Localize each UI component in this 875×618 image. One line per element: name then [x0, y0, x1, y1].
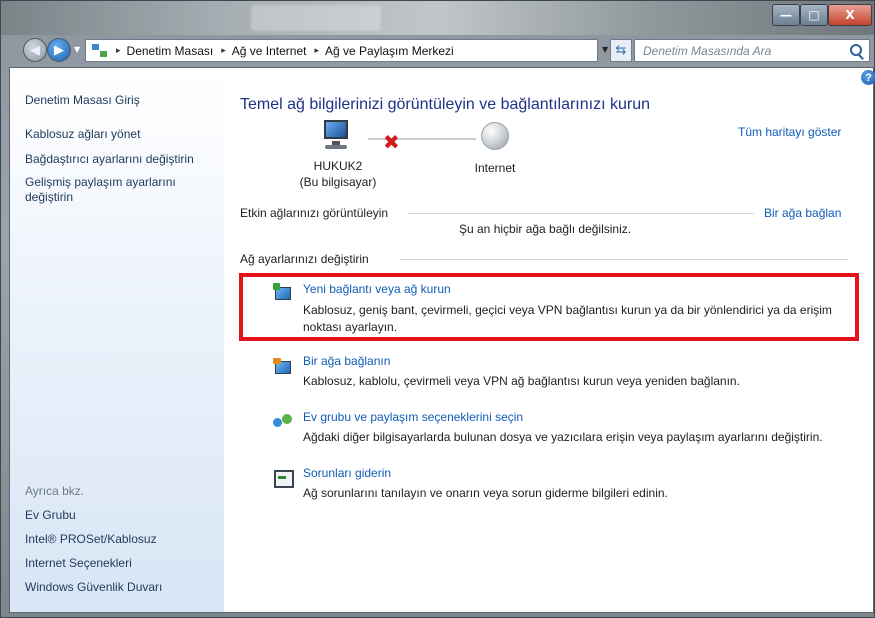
search-box[interactable]: Denetim Masasında Ara	[634, 39, 870, 62]
maximize-button[interactable]: □	[800, 4, 828, 26]
active-networks-label: Etkin ağlarınızı görüntüleyin	[240, 206, 389, 220]
breadcrumb-separator[interactable]: ▸	[116, 46, 121, 56]
section-divider	[408, 213, 754, 214]
internet-globe-icon[interactable]	[481, 122, 509, 150]
sidebar-item-adapter-settings[interactable]: Bağdaştırıcı ayarlarını değiştirin	[25, 152, 215, 167]
window: — □ X ◀ ▶ ▼ ▸ Denetim Masası ▸ Ağ ve Int…	[0, 0, 875, 618]
see-also-label: Ayrıca bkz.	[25, 484, 85, 498]
forward-button[interactable]: ▶	[47, 38, 71, 62]
computer-name: HUKUK2	[313, 159, 363, 173]
homegroup-icon[interactable]	[273, 412, 293, 430]
back-button[interactable]: ◀	[23, 38, 47, 62]
troubleshoot-icon[interactable]	[273, 469, 294, 488]
control-panel-icon	[92, 43, 108, 58]
section-divider	[400, 259, 848, 260]
connect-to-network-link[interactable]: Bir ağa bağlan	[764, 206, 841, 220]
task-homegroup-link[interactable]: Ev grubu ve paylaşım seçeneklerini seçin	[303, 410, 523, 424]
minimize-button[interactable]: —	[772, 4, 800, 26]
content-area: Denetim Masası Giriş Kablosuz ağları yön…	[9, 67, 875, 613]
sidebar-item-manage-wireless[interactable]: Kablosuz ağları yönet	[25, 127, 215, 142]
breadcrumb-network-sharing-center[interactable]: Ağ ve Paylaşım Merkezi	[325, 44, 454, 58]
search-icon[interactable]	[845, 40, 869, 61]
navigation-bar: ◀ ▶ ▼ ▸ Denetim Masası ▸ Ağ ve Internet …	[1, 35, 874, 65]
sidebar-item-control-panel-home[interactable]: Denetim Masası Giriş	[25, 93, 215, 108]
sidebar-item-advanced-sharing[interactable]: Gelişmiş paylaşım ayarlarını değiştirin	[25, 175, 195, 205]
breadcrumb-separator[interactable]: ▸	[221, 46, 226, 56]
help-icon[interactable]: ?	[861, 70, 875, 85]
sidebar-item-internet-options[interactable]: Internet Seçenekleri	[25, 556, 215, 571]
title-bar[interactable]: — □ X	[1, 1, 874, 35]
page-title: Temel ağ bilgilerinizi görüntüleyin ve b…	[240, 96, 650, 113]
sidebar-item-windows-firewall[interactable]: Windows Güvenlik Duvarı	[25, 580, 215, 595]
task-homegroup-desc: Ağdaki diğer bilgisayarlarda bulunan dos…	[303, 430, 823, 444]
computer-subtitle: (Bu bilgisayar)	[299, 175, 377, 189]
breadcrumb-network-internet[interactable]: Ağ ve Internet	[232, 44, 307, 58]
sidebar-item-homegroup[interactable]: Ev Grubu	[25, 508, 215, 523]
task-troubleshoot-desc: Ağ sorunlarını tanılayın ve onarın veya …	[303, 486, 668, 500]
task-connect-network-desc: Kablosuz, kablolu, çevirmeli veya VPN ağ…	[303, 374, 740, 388]
breadcrumb-separator[interactable]: ▸	[314, 46, 319, 56]
connect-network-icon[interactable]	[273, 358, 293, 376]
change-settings-label: Ağ ayarlarınızı değiştirin	[240, 252, 369, 266]
close-button[interactable]: X	[828, 4, 872, 26]
connection-line-right	[422, 138, 476, 140]
sidebar-item-intel-proset[interactable]: Intel® PROSet/Kablosuz	[25, 532, 215, 547]
computer-icon[interactable]	[319, 120, 353, 152]
disconnected-icon: ✖	[383, 130, 400, 154]
full-map-link[interactable]: Tüm haritayı göster	[738, 125, 841, 139]
title-ghost	[251, 5, 381, 31]
refresh-button[interactable]: ⇆	[610, 39, 632, 62]
task-troubleshoot-link[interactable]: Sorunları giderin	[303, 466, 391, 480]
address-history-dropdown[interactable]: ▼	[602, 45, 608, 54]
internet-label: Internet	[474, 161, 516, 175]
recent-pages-dropdown[interactable]: ▼	[74, 45, 80, 54]
search-input[interactable]: Denetim Masasında Ara	[643, 44, 845, 58]
highlight-box	[239, 273, 859, 341]
task-connect-network-link[interactable]: Bir ağa bağlanın	[303, 354, 390, 368]
address-bar[interactable]: ▸ Denetim Masası ▸ Ağ ve Internet ▸ Ağ v…	[85, 39, 598, 62]
breadcrumb-control-panel[interactable]: Denetim Masası	[127, 44, 214, 58]
sidebar: Denetim Masası Giriş Kablosuz ağları yön…	[10, 68, 224, 612]
no-network-status: Şu an hiçbir ağa bağlı değilsiniz.	[459, 222, 632, 236]
